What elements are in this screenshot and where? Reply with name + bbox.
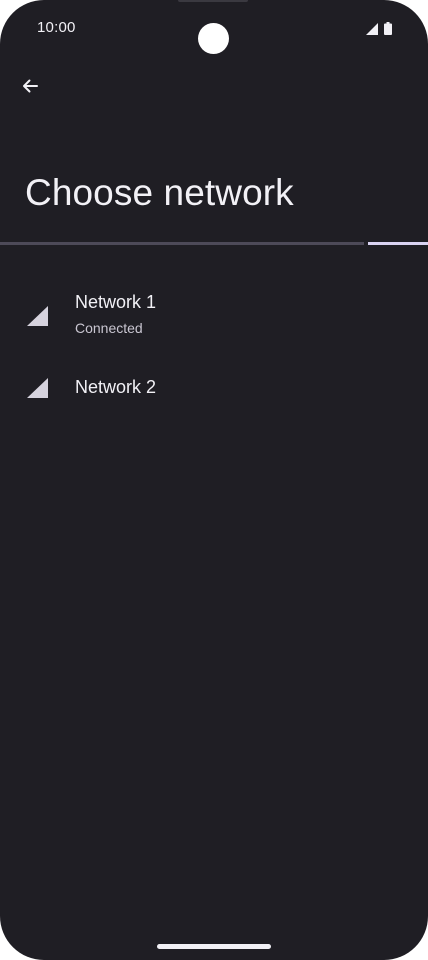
front-camera	[198, 23, 229, 54]
cell-signal-icon	[366, 23, 378, 35]
network-name: Network 1	[75, 292, 157, 312]
network-item-2[interactable]: Network 2	[0, 362, 428, 420]
battery-icon	[384, 22, 392, 35]
status-time: 10:00	[37, 19, 76, 36]
progress-bar	[0, 242, 428, 245]
home-indicator[interactable]	[157, 944, 271, 949]
network-status: Connected	[75, 320, 143, 336]
status-icons	[366, 22, 392, 35]
progress-track	[0, 242, 364, 245]
network-item-1[interactable]: Network 1 Connected	[0, 276, 428, 362]
network-name: Network 2	[75, 377, 157, 397]
network-list: Network 1 Connected Network 2	[0, 276, 428, 420]
cell-signal-icon	[27, 378, 48, 398]
status-bar: 10:00	[0, 0, 428, 56]
cell-signal-icon	[27, 306, 48, 326]
phone-screen: 10:00 Choose network Network 1 Connected…	[0, 0, 428, 960]
progress-indicator	[368, 242, 428, 245]
back-button[interactable]	[12, 68, 48, 104]
arrow-left-icon	[23, 79, 38, 93]
page-title: Choose network	[25, 172, 294, 213]
